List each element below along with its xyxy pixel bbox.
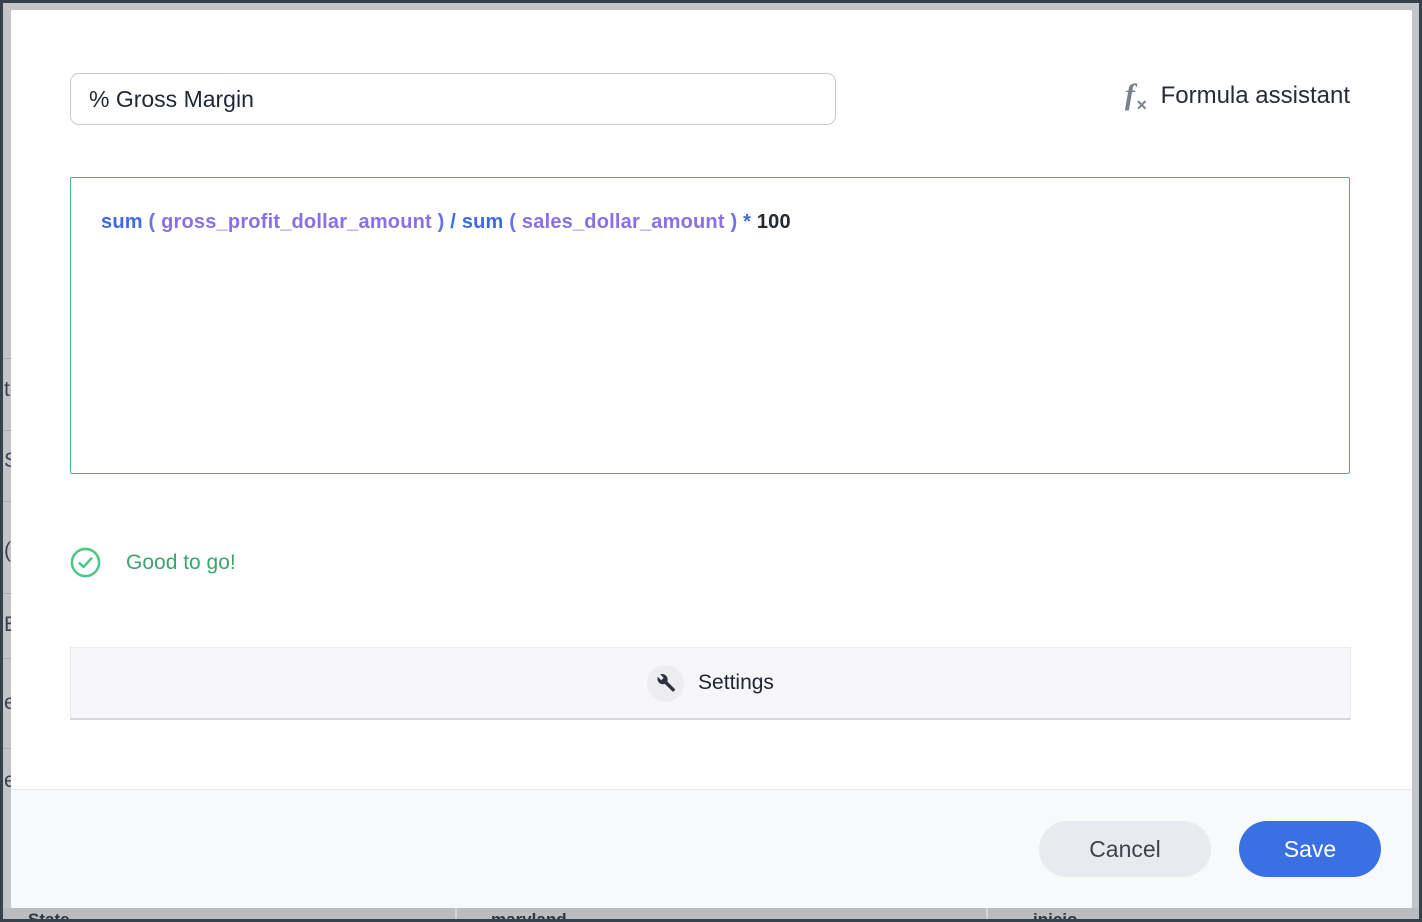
background-text-fragment: State: [28, 910, 70, 919]
check-circle-icon: [70, 547, 101, 578]
formula-token-paren: ): [432, 211, 445, 233]
background-text-fragment: maryland: [491, 910, 567, 919]
save-button[interactable]: Save: [1239, 821, 1381, 877]
settings-toggle-bar[interactable]: Settings: [70, 647, 1351, 720]
background-app-surface: tSt(Eee Statemarylandinicio f✕ Formula a…: [3, 3, 1419, 919]
formula-token-paren: ): [725, 211, 738, 233]
formula-token-function: sum: [101, 211, 143, 233]
wrench-icon: [647, 665, 684, 702]
formula-expression: sum ( gross_profit_dollar_amount ) / sum…: [101, 211, 791, 234]
formula-fx-icon: f✕: [1125, 78, 1148, 114]
formula-token-operator: /: [445, 211, 457, 233]
cancel-button[interactable]: Cancel: [1039, 821, 1211, 877]
formula-token-paren: (: [504, 211, 517, 233]
modal-footer: Cancel Save: [11, 789, 1412, 908]
formula-token-paren: (: [143, 211, 156, 233]
formula-assistant-label: Formula assistant: [1161, 82, 1350, 110]
formula-token-field: gross_profit_dollar_amount: [155, 211, 432, 233]
background-table-bottom-row: State maryland inicio: [3, 908, 1419, 919]
formula-token-operator: *: [737, 211, 751, 233]
background-column-divider: [986, 908, 988, 919]
validation-status-label: Good to go!: [126, 551, 236, 575]
formula-token-field: sales_dollar_amount: [516, 211, 725, 233]
formula-code-editor[interactable]: sum ( gross_profit_dollar_amount ) / sum…: [70, 177, 1350, 474]
formula-editor-modal: f✕ Formula assistant sum ( gross_profit_…: [11, 10, 1412, 908]
background-text-fragment: (: [4, 539, 11, 563]
background-text-fragment: t: [4, 378, 10, 402]
background-text-fragment: inicio: [1033, 910, 1077, 919]
formula-assistant-button[interactable]: f✕ Formula assistant: [1125, 78, 1350, 114]
metric-name-input[interactable]: [70, 73, 836, 125]
formula-token-function: sum: [456, 211, 503, 233]
formula-token-number: 100: [751, 211, 791, 233]
validation-status: Good to go!: [70, 547, 236, 578]
settings-label: Settings: [698, 671, 774, 695]
background-column-divider: [455, 908, 457, 919]
